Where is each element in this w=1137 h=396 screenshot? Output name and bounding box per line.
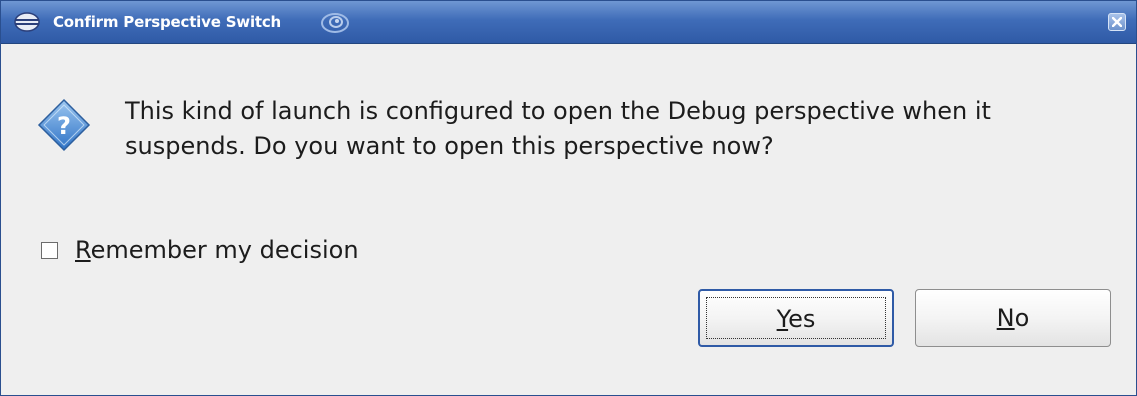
remember-decision-checkbox[interactable] (41, 241, 58, 259)
yes-button[interactable]: Yes (698, 289, 894, 347)
remember-decision-option[interactable]: Remember my decision (41, 235, 359, 265)
close-button[interactable] (1108, 13, 1126, 31)
remember-decision-label[interactable]: Remember my decision (75, 236, 359, 264)
question-icon: ? (37, 98, 91, 152)
no-label-text: o (1014, 304, 1030, 332)
svg-text:?: ? (57, 112, 71, 140)
no-button[interactable]: No (915, 289, 1111, 347)
remember-mnemonic: R (75, 236, 91, 264)
no-mnemonic: N (996, 304, 1015, 332)
dialog-message: This kind of launch is configured to ope… (125, 97, 991, 160)
swirl-icon (319, 9, 351, 35)
yes-label-text: es (788, 305, 816, 333)
confirm-perspective-dialog: Confirm Perspective Switch ? This kind o… (0, 0, 1137, 396)
eclipse-icon[interactable] (13, 11, 41, 33)
yes-mnemonic: Y (776, 305, 789, 333)
window-title: Confirm Perspective Switch (53, 13, 282, 31)
title-bar[interactable]: Confirm Perspective Switch (1, 1, 1136, 44)
remember-label-text: emember my decision (90, 236, 359, 264)
